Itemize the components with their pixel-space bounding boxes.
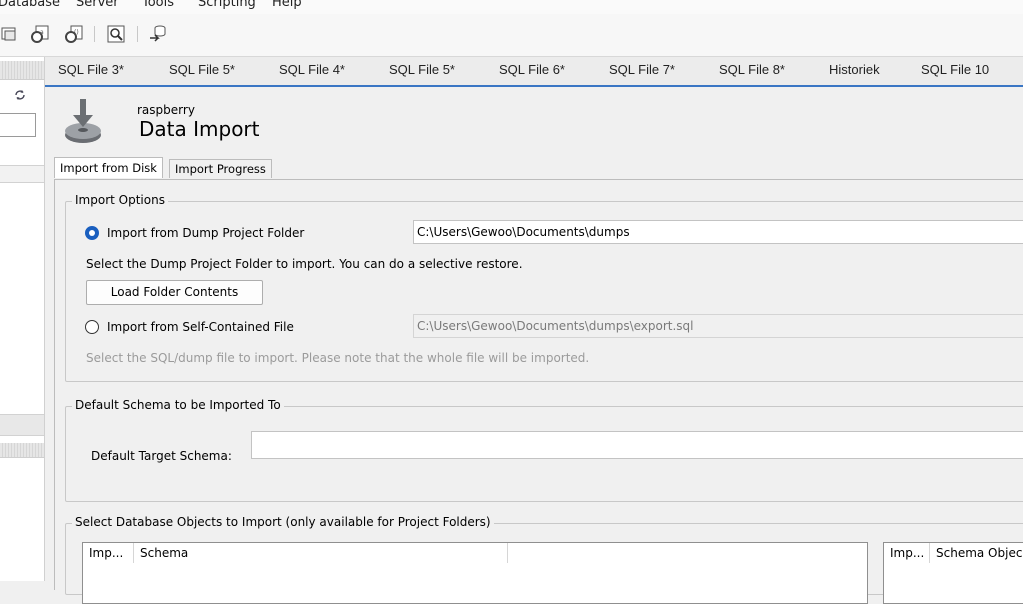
inspect-icon[interactable] [106, 23, 126, 45]
svg-text:(): () [74, 29, 79, 36]
data-import-page: raspberry Data Import Import from Disk I… [45, 87, 1023, 604]
tab-sql-file-5b[interactable]: SQL File 5* [389, 57, 455, 83]
schema-objects-table[interactable]: Imp... Schema Objec [883, 542, 1023, 604]
default-target-schema-select[interactable] [251, 431, 1023, 459]
menu-help[interactable]: Help [272, 0, 302, 10]
navigator-header [0, 61, 44, 80]
svg-text:a: a [40, 29, 44, 36]
refresh-icon[interactable] [14, 89, 26, 104]
radio-import-folder[interactable] [85, 226, 99, 240]
navigator-panel [0, 57, 45, 581]
tab-import-progress[interactable]: Import Progress [169, 159, 272, 178]
tab-sql-file-10[interactable]: SQL File 10 [921, 57, 989, 83]
toolbar-separator [137, 26, 138, 42]
menu-scripting[interactable]: Scripting [198, 0, 256, 10]
tab-sql-file-4[interactable]: SQL File 4* [279, 57, 345, 83]
select-objects-group: Select Database Objects to Import (only … [65, 515, 1023, 604]
menu-bar: Database Server Tools Scripting Help [0, 0, 1023, 14]
navigator-filter-input[interactable] [0, 113, 36, 137]
data-import-icon [63, 95, 111, 149]
folder-path-input[interactable]: C:\Users\Gewoo\Documents\dumps [413, 220, 1023, 244]
page-title: Data Import [139, 117, 260, 141]
info-panel-header [0, 443, 44, 458]
connection-name: raspberry [137, 103, 195, 117]
menu-server[interactable]: Server [76, 0, 119, 10]
migration-icon[interactable] [148, 23, 168, 45]
import-options-title: Import Options [72, 193, 168, 207]
menu-database[interactable]: Database [0, 0, 60, 10]
create-object-icon[interactable]: () [64, 23, 84, 45]
tab-sql-file-3[interactable]: SQL File 3* [58, 57, 124, 83]
schema-table-col-import[interactable]: Imp... [83, 543, 134, 563]
radio-import-file[interactable] [85, 320, 99, 334]
tab-import-from-disk[interactable]: Import from Disk [54, 157, 163, 178]
menu-tools[interactable]: Tools [142, 0, 174, 10]
folder-hint: Select the Dump Project Folder to import… [86, 257, 523, 271]
load-folder-contents-button[interactable]: Load Folder Contents [86, 280, 263, 305]
file-hint: Select the SQL/dump file to import. Plea… [86, 351, 590, 365]
import-folder-label: Import from Dump Project Folder [107, 226, 305, 240]
tab-historiek[interactable]: Historiek [829, 57, 880, 83]
schema-table[interactable]: Imp... Schema [82, 542, 868, 604]
default-schema-group: Default Schema to be Imported To Default… [65, 398, 1023, 502]
schema-table-col-schema[interactable]: Schema [134, 543, 508, 563]
objects-table-col-schema-objects[interactable]: Schema Objec [930, 543, 1023, 563]
tab-sql-file-6[interactable]: SQL File 6* [499, 57, 565, 83]
navigator-list-header [0, 165, 44, 183]
default-schema-title: Default Schema to be Imported To [72, 398, 284, 412]
default-target-schema-label: Default Target Schema: [91, 449, 232, 463]
import-options-group: Import Options Import from Dump Project … [65, 193, 1023, 382]
tab-sql-file-7[interactable]: SQL File 7* [609, 57, 675, 83]
tab-sql-file-5[interactable]: SQL File 5* [169, 57, 235, 83]
toolbar: a () [0, 14, 1023, 57]
manage-connections-icon[interactable]: a [30, 23, 50, 45]
navigator-section [0, 414, 44, 436]
new-connection-icon[interactable] [0, 23, 20, 45]
objects-table-col-import[interactable]: Imp... [884, 543, 930, 563]
import-file-label: Import from Self-Contained File [107, 320, 294, 334]
editor-tab-bar: SQL File 3* SQL File 5* SQL File 4* SQL … [45, 57, 1023, 87]
select-objects-title: Select Database Objects to Import (only … [72, 515, 494, 529]
tab-sql-file-8[interactable]: SQL File 8* [719, 57, 785, 83]
toolbar-separator [94, 26, 95, 42]
file-path-input[interactable]: C:\Users\Gewoo\Documents\dumps\export.sq… [413, 314, 1023, 338]
